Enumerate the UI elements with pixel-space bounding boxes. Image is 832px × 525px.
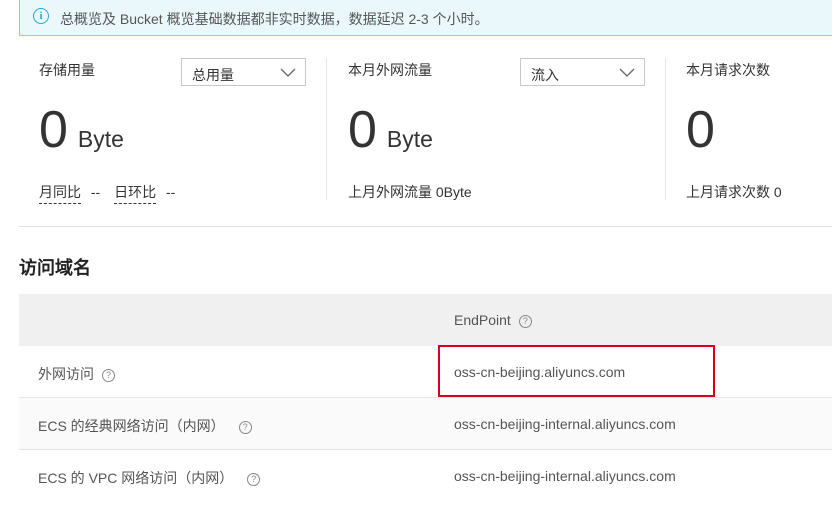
help-icon[interactable]: ? [238, 421, 252, 434]
table-row: ECS 的经典网络访问（内网）? oss-cn-beijing-internal… [19, 398, 832, 450]
storage-compare: 月同比 -- 日环比 -- [39, 182, 176, 204]
traffic-direction-select[interactable]: 流入 [520, 58, 645, 86]
highlight-box [438, 345, 715, 397]
info-icon: i [33, 8, 49, 24]
notice-banner: i 总概览及 Bucket 概览基础数据都非实时数据，数据延迟 2-3 个小时。 [19, 0, 832, 36]
row-label: ECS 的 VPC 网络访问（内网）? [38, 468, 261, 488]
endpoint-column-header: EndPoint? [454, 312, 532, 328]
endpoint-table: EndPoint? 外网访问? oss-cn-beijing.aliyuncs.… [19, 294, 832, 502]
section-divider [19, 226, 832, 227]
endpoint-value[interactable]: oss-cn-beijing-internal.aliyuncs.com [454, 416, 676, 432]
yoy-label[interactable]: 月同比 [39, 184, 81, 204]
section-title: 访问域名 [19, 258, 91, 278]
yoy-value: -- [90, 184, 101, 200]
storage-type-select[interactable]: 总用量 [181, 58, 306, 86]
divider [326, 58, 327, 200]
chevron-down-icon [619, 68, 635, 77]
help-icon[interactable]: ? [102, 369, 115, 382]
requests-value: 0 [686, 101, 715, 159]
traffic-last-month: 上月外网流量 0Byte [348, 184, 472, 200]
endpoint-value[interactable]: oss-cn-beijing-internal.aliyuncs.com [454, 468, 676, 484]
traffic-title: 本月外网流量 [348, 62, 432, 78]
requests-last-month: 上月请求次数 0 [686, 184, 782, 200]
mom-label[interactable]: 日环比 [114, 184, 157, 204]
requests-title: 本月请求次数 [686, 62, 770, 78]
storage-title: 存储用量 [39, 62, 95, 78]
help-icon[interactable]: ? [518, 315, 532, 328]
storage-value: 0 Byte [39, 101, 124, 159]
help-icon[interactable]: ? [247, 473, 261, 486]
traffic-value: 0 Byte [348, 101, 433, 159]
row-label: 外网访问? [38, 364, 115, 384]
chevron-down-icon [280, 68, 296, 77]
notice-text: 总概览及 Bucket 概览基础数据都非实时数据，数据延迟 2-3 个小时。 [60, 11, 489, 27]
storage-type-value: 总用量 [192, 67, 234, 83]
divider [665, 58, 666, 200]
row-label: ECS 的经典网络访问（内网）? [38, 416, 252, 436]
traffic-direction-value: 流入 [531, 67, 559, 83]
table-header-row: EndPoint? [19, 294, 832, 346]
table-row: ECS 的 VPC 网络访问（内网）? oss-cn-beijing-inter… [19, 450, 832, 502]
mom-value: -- [166, 184, 176, 200]
